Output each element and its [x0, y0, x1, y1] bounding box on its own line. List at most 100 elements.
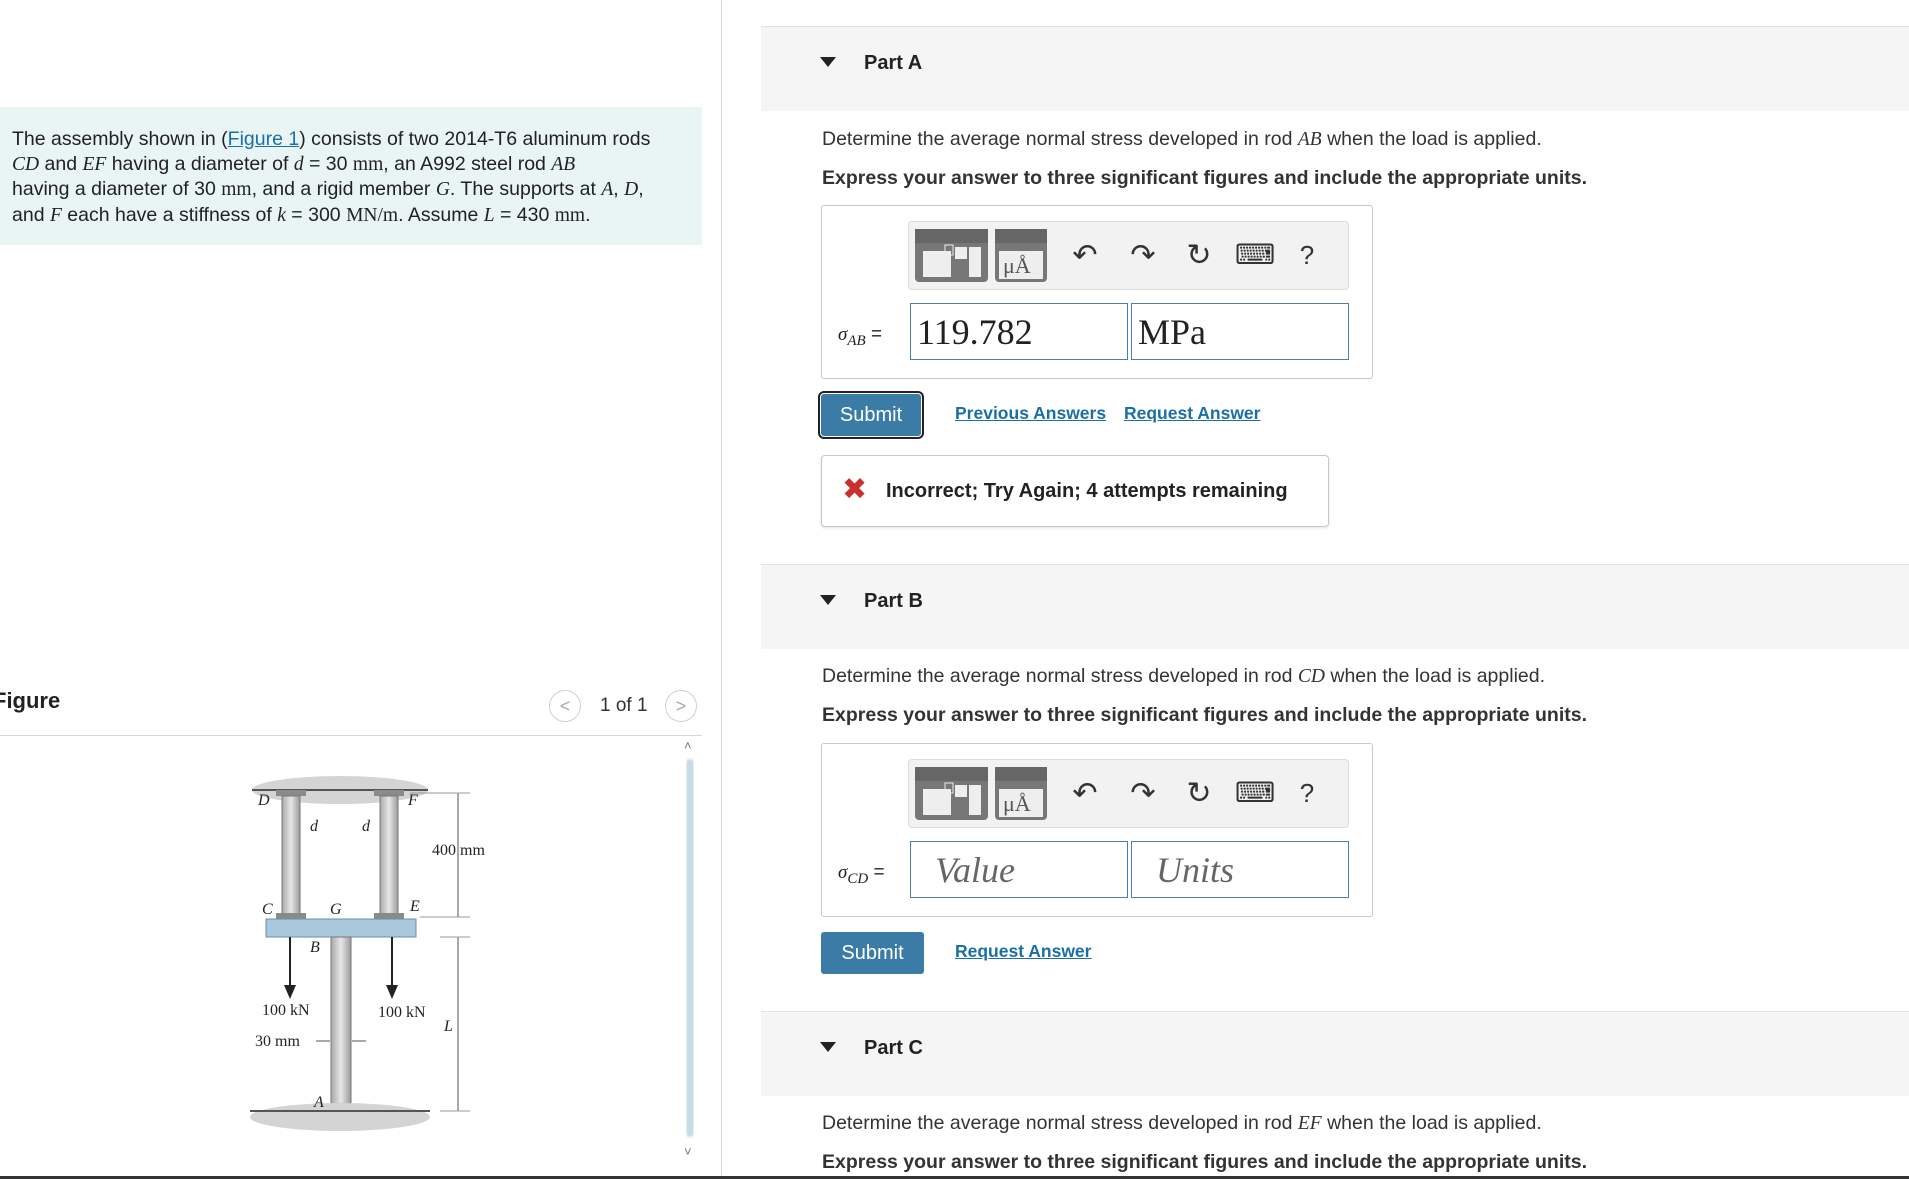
- error-x-icon: ✖: [842, 473, 868, 506]
- left-pane: The assembly shown in (Figure 1) consist…: [0, 0, 722, 1179]
- question-text: when the load is applied.: [1321, 1112, 1542, 1134]
- collapse-triangle-icon[interactable]: [820, 57, 836, 67]
- chevron-right-icon: >: [675, 695, 687, 716]
- load-arrowhead-right: [386, 985, 398, 999]
- undo-icon[interactable]: ↶: [1065, 776, 1105, 811]
- figure-link[interactable]: Figure 1: [228, 128, 300, 150]
- problem-text: = 300: [285, 203, 347, 226]
- units-input[interactable]: MPa: [1131, 303, 1349, 360]
- part-b-submit-button[interactable]: Submit: [821, 932, 924, 974]
- part-a-header[interactable]: Part A: [761, 26, 1909, 111]
- label-dim-30: 30 mm: [255, 1033, 300, 1050]
- part-c-header[interactable]: Part C: [761, 1011, 1909, 1096]
- chevron-left-icon: <: [559, 695, 571, 716]
- sigma-ab-label: σAB =: [838, 324, 882, 350]
- sigma-symbol: σ: [838, 862, 848, 883]
- problem-text: having a diameter of 30: [12, 178, 222, 200]
- units-button[interactable]: μÅ: [995, 229, 1047, 282]
- label-c: C: [262, 901, 273, 918]
- value-input[interactable]: Value: [910, 841, 1128, 898]
- question-text: when the load is applied.: [1321, 128, 1542, 150]
- previous-answers-link[interactable]: Previous Answers: [955, 403, 1106, 424]
- rod-cd-cap-top: [276, 790, 306, 796]
- redo-icon[interactable]: ↷: [1123, 776, 1163, 811]
- problem-text: .: [585, 203, 591, 226]
- keyboard-icon[interactable]: ⌨: [1235, 776, 1275, 809]
- rod-ab: [330, 936, 352, 1112]
- part-b-header[interactable]: Part B: [761, 564, 1909, 649]
- part-a-request-answer-link[interactable]: Request Answer: [1124, 403, 1260, 424]
- reset-icon[interactable]: ↻: [1179, 776, 1219, 811]
- template-button[interactable]: [915, 767, 988, 820]
- math-rod: EF: [1297, 1113, 1322, 1134]
- label-l: L: [443, 1018, 453, 1035]
- figure-divider: [0, 735, 702, 736]
- rod-ef-cap-bottom: [374, 913, 404, 919]
- math-ef: EF: [82, 153, 107, 175]
- collapse-triangle-icon[interactable]: [820, 1042, 836, 1052]
- units-glyph: μÅ: [1003, 253, 1031, 278]
- figure-title: Figure: [0, 688, 61, 713]
- question-text: when the load is applied.: [1324, 665, 1546, 687]
- math-toolbar: μÅ ↶ ↷ ↻ ⌨ ?: [908, 759, 1349, 828]
- template-button[interactable]: [915, 229, 988, 282]
- part-a-title: Part A: [864, 52, 923, 74]
- problem-text: having a diameter of: [106, 152, 294, 175]
- math-rod: CD: [1297, 666, 1325, 687]
- figure-counter: 1 of 1: [600, 695, 648, 716]
- help-icon[interactable]: ?: [1287, 240, 1327, 271]
- label-d-support: D: [257, 792, 270, 809]
- help-icon[interactable]: ?: [1287, 778, 1327, 809]
- sigma-subscript: CD: [847, 870, 869, 887]
- figure-prev-button[interactable]: <: [549, 690, 581, 722]
- rigid-member-g: [265, 918, 417, 938]
- part-b-request-answer-link[interactable]: Request Answer: [955, 941, 1091, 962]
- value-input[interactable]: 119.782: [910, 303, 1128, 360]
- question-text: Determine the average normal stress deve…: [822, 665, 1298, 687]
- right-pane: Part A Determine the average normal stre…: [722, 0, 1909, 1179]
- problem-text: , an A992 steel rod: [383, 152, 552, 175]
- problem-text: The assembly shown in (: [12, 128, 228, 150]
- scroll-down-icon[interactable]: ˅: [684, 1144, 692, 1159]
- units-input[interactable]: Units: [1131, 841, 1349, 898]
- reset-icon[interactable]: ↻: [1179, 238, 1219, 273]
- problem-text: ) consists of two 2014-T6 aluminum rods: [299, 128, 651, 150]
- problem-text: each have a stiffness of: [61, 203, 278, 226]
- math-toolbar: μÅ ↶ ↷ ↻ ⌨ ?: [908, 221, 1349, 290]
- part-c-title: Part C: [864, 1037, 923, 1059]
- part-b-title: Part B: [864, 590, 923, 612]
- math-ab: AB: [551, 153, 576, 175]
- label-b: B: [310, 939, 320, 956]
- math-d-support: D: [624, 179, 639, 200]
- redo-icon[interactable]: ↷: [1123, 238, 1163, 273]
- problem-text: ,: [638, 178, 644, 200]
- rod-cd: [281, 795, 301, 915]
- part-b-instructions: Express your answer to three significant…: [822, 704, 1587, 726]
- label-load-right: 100 kN: [378, 1004, 426, 1021]
- math-mm: mm: [221, 179, 252, 200]
- figure-scrollbar-thumb[interactable]: [687, 760, 693, 1136]
- problem-text: . The supports at: [449, 178, 602, 200]
- math-mm: mm: [554, 204, 586, 226]
- label-dim-400: 400 mm: [432, 842, 485, 859]
- label-load-left: 100 kN: [262, 1002, 310, 1019]
- scroll-up-icon[interactable]: ˄: [684, 738, 692, 753]
- sigma-subscript: AB: [847, 332, 866, 349]
- problem-text: = 430: [494, 203, 555, 226]
- question-text: Determine the average normal stress deve…: [822, 1112, 1298, 1134]
- math-g: G: [435, 179, 450, 200]
- label-diameter-left: d: [310, 818, 319, 835]
- units-button[interactable]: μÅ: [995, 767, 1047, 820]
- rod-cd-cap-bottom: [276, 913, 306, 919]
- label-g: G: [330, 901, 342, 918]
- part-a-submit-button[interactable]: Submit: [818, 391, 924, 439]
- keyboard-icon[interactable]: ⌨: [1235, 238, 1275, 271]
- undo-icon[interactable]: ↶: [1065, 238, 1105, 273]
- figure-next-button[interactable]: >: [665, 690, 697, 722]
- math-mnm: MN/m: [346, 204, 399, 226]
- feedback-box: ✖ Incorrect; Try Again; 4 attempts remai…: [821, 455, 1329, 527]
- question-text: Determine the average normal stress deve…: [822, 128, 1298, 150]
- collapse-triangle-icon[interactable]: [820, 595, 836, 605]
- assembly-figure: D F d d C G E B 400 mm 100 kN 100 kN L 3…: [250, 776, 485, 1131]
- sigma-cd-label: σCD =: [838, 862, 885, 888]
